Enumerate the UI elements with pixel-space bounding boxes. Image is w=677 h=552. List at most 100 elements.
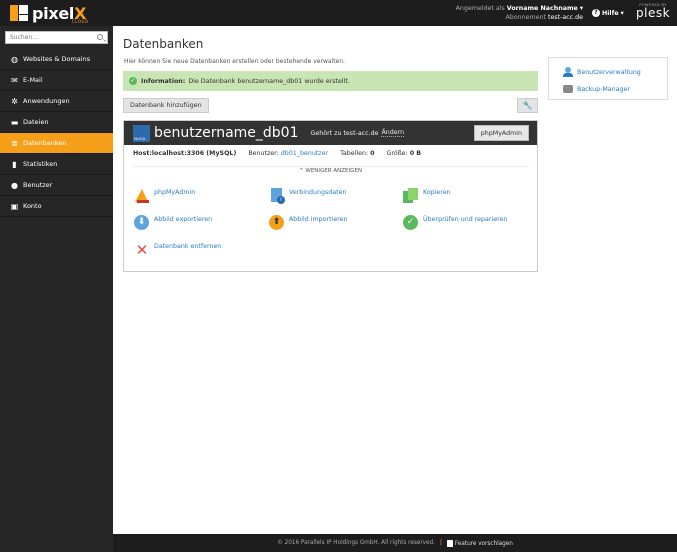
copyright-text: © 2016 Parallels IP Holdings GmbH. All r… <box>277 540 435 546</box>
database-info: Host:localhost:3306 (MySQL) Benutzer: db… <box>133 150 421 157</box>
user-icon: ● <box>11 180 18 190</box>
sidebar-item-databases[interactable]: ≣ Datenbanken <box>0 133 113 154</box>
sidebar-item-label: Statistiken <box>23 160 58 168</box>
user-management-label: Benutzerverwaltung <box>577 68 641 76</box>
remove-icon: ✕ <box>135 241 149 259</box>
sidebar: ◍ Websites & Domains ✉ E-Mail ✲ Anwendun… <box>0 26 113 552</box>
backup-manager-link[interactable]: Backup-Manager <box>563 84 630 94</box>
sidebar-item-websites-domains[interactable]: ◍ Websites & Domains <box>0 49 113 70</box>
globe-icon: ◍ <box>11 54 18 64</box>
suggest-feature-link[interactable]: Feature vorschlagen <box>446 539 513 547</box>
tables-label: Tabellen: <box>340 150 369 157</box>
database-header: MySQL benutzername_db01 Gehört zu test-a… <box>124 121 537 145</box>
owner-text: Gehört zu test-acc.de <box>310 129 379 137</box>
search-box[interactable] <box>5 31 108 44</box>
backup-icon <box>563 84 573 94</box>
user-info[interactable]: Angemeldet als Vorname Nachname ▾ Abonne… <box>456 4 583 22</box>
tables-value: 0 <box>370 150 375 157</box>
divider <box>132 166 529 167</box>
action-phpmyadmin[interactable]: phpMyAdmin <box>134 188 195 204</box>
database-name: benutzername_db01 <box>154 125 299 141</box>
search-input[interactable] <box>6 32 96 43</box>
action-import-dump[interactable]: ⬆ Abbild importieren <box>269 215 348 231</box>
bar-chart-icon: ▮ <box>12 159 17 169</box>
mail-icon: ✉ <box>11 75 18 85</box>
host-info: Host:localhost:3306 (MySQL) <box>133 150 237 157</box>
size-value: 0 B <box>409 150 422 157</box>
alert-text: Die Datenbank benutzername_db01 wurde er… <box>188 77 350 85</box>
sidebar-item-label: Dateien <box>23 118 49 126</box>
show-less-toggle[interactable]: ^ WENIGER ANZEIGEN <box>124 168 537 174</box>
help-label: Hilfe <box>602 9 619 17</box>
action-label: Datenbank entfernen <box>154 243 222 250</box>
chevron-down-icon[interactable]: ▾ <box>580 5 583 12</box>
footer: © 2016 Parallels IP Holdings GmbH. All r… <box>113 534 677 552</box>
logo-mark-icon <box>10 5 28 21</box>
alert-title: Information: <box>141 77 186 85</box>
backup-manager-label: Backup-Manager <box>577 85 630 93</box>
action-copy[interactable]: Kopieren <box>403 188 451 204</box>
search-icon[interactable] <box>97 34 103 40</box>
help-menu[interactable]: ? Hilfe ▾ <box>592 9 624 17</box>
footer-separator: | <box>439 540 442 546</box>
action-label: phpMyAdmin <box>154 189 196 196</box>
export-icon: ⬇ <box>134 215 150 231</box>
change-owner-link[interactable]: Ändern <box>381 129 405 137</box>
sidebar-item-label: Benutzer <box>23 181 53 189</box>
action-label: Überprüfen und reparieren <box>423 216 508 223</box>
sidebar-item-label: Websites & Domains <box>23 55 91 63</box>
check-circle-icon: ✓ <box>403 215 419 231</box>
user-label: Benutzer: <box>248 150 279 157</box>
page-description: Hier können Sie neue Datenbanken erstell… <box>124 58 345 65</box>
database-panel: MySQL benutzername_db01 Gehört zu test-a… <box>123 120 538 272</box>
action-label: Verbindungsdaten <box>289 189 347 196</box>
wrench-icon[interactable]: 🔧 <box>517 98 538 113</box>
sidebar-nav: ◍ Websites & Domains ✉ E-Mail ✲ Anwendun… <box>0 49 113 217</box>
sidebar-item-users[interactable]: ● Benutzer <box>0 175 113 196</box>
action-remove-database[interactable]: ✕ Datenbank entfernen <box>134 241 222 259</box>
copy-icon <box>403 188 419 204</box>
action-check-repair[interactable]: ✓ Überprüfen und reparieren <box>403 215 507 231</box>
folder-icon: ▬ <box>10 117 19 127</box>
action-label: Kopieren <box>423 189 451 196</box>
feature-label: Feature vorschlagen <box>454 540 513 547</box>
side-panel: Benutzerverwaltung Backup-Manager <box>548 57 668 100</box>
chevron-up-icon: ^ <box>299 168 304 174</box>
action-export-dump[interactable]: ⬇ Abbild exportieren <box>134 215 212 231</box>
action-label: Abbild exportieren <box>154 216 213 223</box>
subscription-value[interactable]: test-acc.de <box>548 14 583 21</box>
sidebar-item-files[interactable]: ▬ Dateien <box>0 112 113 133</box>
database-icon: ≣ <box>11 138 18 148</box>
show-less-label: WENIGER ANZEIGEN <box>305 168 362 174</box>
sidebar-item-label: E-Mail <box>23 76 43 84</box>
mysql-icon: MySQL <box>133 124 150 142</box>
logged-in-label: Angemeldet als <box>455 5 505 12</box>
check-icon: ✓ <box>129 77 137 85</box>
sidebar-item-label: Datenbanken <box>23 139 67 147</box>
user-management-link[interactable]: Benutzerverwaltung <box>563 67 641 77</box>
plesk-name: plesk <box>636 6 671 20</box>
sidebar-item-label: Konto <box>23 202 42 210</box>
subscription-label: Abonnement <box>505 14 546 21</box>
db-user-link[interactable]: db01_benutzer <box>281 150 328 157</box>
sidebar-item-account[interactable]: ▣ Konto <box>0 196 113 217</box>
action-connection-info[interactable]: i Verbindungsdaten <box>269 188 346 204</box>
sidebar-item-applications[interactable]: ✲ Anwendungen <box>0 91 113 112</box>
user-name[interactable]: Vorname Nachname <box>507 5 578 12</box>
action-label: Abbild importieren <box>289 216 348 223</box>
sidebar-item-label: Anwendungen <box>23 97 70 105</box>
phpmyadmin-button[interactable]: phpMyAdmin <box>473 125 529 141</box>
connection-info-icon: i <box>269 188 285 204</box>
page-title: Datenbanken <box>123 37 204 51</box>
chevron-down-icon: ▾ <box>620 9 624 17</box>
success-alert: ✓ Information: Die Datenbank benutzernam… <box>123 71 538 91</box>
logo-subtext: CLOUD <box>72 19 89 24</box>
main-content: Datenbanken Hier können Sie neue Datenba… <box>113 26 677 534</box>
top-bar: pixelX CLOUD Angemeldet als Vorname Nach… <box>0 0 677 26</box>
sidebar-item-statistics[interactable]: ▮ Statistiken <box>0 154 113 175</box>
add-database-button[interactable]: Datenbank hinzufügen <box>123 98 209 113</box>
help-icon: ? <box>592 9 600 17</box>
sidebar-item-email[interactable]: ✉ E-Mail <box>0 70 113 91</box>
account-icon: ▣ <box>10 201 19 211</box>
logo[interactable]: pixelX CLOUD <box>10 4 89 24</box>
